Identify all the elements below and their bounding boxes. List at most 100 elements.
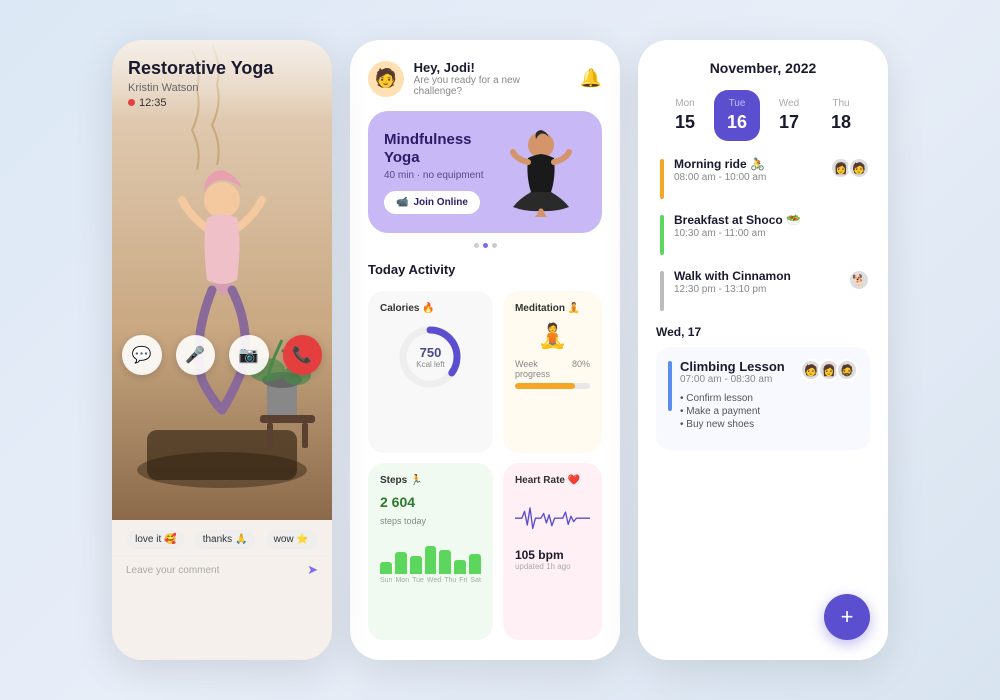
event-title-breakfast: Breakfast at Shoco 🥗 [674,213,870,227]
week-progress-label: Week progress [515,359,572,379]
chat-button[interactable]: 💬 [122,335,162,375]
steps-sub: steps today [380,516,481,526]
event-bar-gray [660,271,664,311]
event-morning-ride: Morning ride 🚴 08:00 am - 10:00 am 👩 🧑 [656,157,870,199]
yoga-image: Restorative Yoga Kristin Watson 12:35 💬 … [112,40,332,520]
carousel-dots [368,243,602,248]
add-event-button[interactable]: + [824,594,870,640]
cal-day-tue[interactable]: Tue 16 [714,90,760,141]
bar-sat [469,554,481,574]
reaction-love[interactable]: love it 🥰 [127,530,184,549]
event-avatars-walk: 🐕 [848,269,870,291]
event-content-breakfast: Breakfast at Shoco 🥗 10:30 am - 11:00 am [674,213,870,239]
event-title-walk: Walk with Cinnamon [674,269,838,283]
featured-sub: 40 min · no equipment [384,170,496,181]
event-bar-blue [668,361,672,411]
featured-image [496,127,586,217]
meditation-progress-fill [515,383,575,389]
event-climbing: Climbing Lesson 07:00 am - 08:30 am Conf… [656,347,870,450]
event-time-breakfast: 10:30 am - 11:00 am [674,228,870,239]
bar-tue [410,556,422,574]
bar-fri [454,560,466,574]
activity-grid: Calories 🔥 750 Kcal left Meditation 🧘 🧘 … [368,291,602,640]
reaction-thanks[interactable]: thanks 🙏 [195,530,256,549]
bar-label-mon: Mon [395,577,409,584]
heart-rate-label: Heart Rate ❤️ [515,475,590,486]
dot-1[interactable] [474,243,479,248]
climbing-avatar-3: 🧔 [836,359,858,381]
climbing-info: Climbing Lesson 07:00 am - 08:30 am Conf… [680,359,792,432]
bar-label-tue: Tue [412,577,424,584]
dot-2[interactable] [483,243,488,248]
event-avatars-ride: 👩 🧑 [830,157,870,179]
bar-thu [439,550,451,574]
yoga-info: Restorative Yoga Kristin Watson 12:35 [112,40,332,119]
calories-unit: Kcal left [416,360,444,369]
live-indicator [128,99,135,106]
greeting-name: Hey, Jodi! [414,60,570,75]
todo-3: Buy new shoes [680,419,792,430]
calories-label: Calories 🔥 [380,303,481,314]
event-time-ride: 08:00 am - 10:00 am [674,172,820,183]
event-content-walk: Walk with Cinnamon 12:30 pm - 13:10 pm [674,269,838,295]
avatar-2: 🧑 [848,157,870,179]
meditation-progress-bar [515,383,590,389]
steps-value: 2 604 [380,494,481,510]
event-bar-orange [660,159,664,199]
comment-input[interactable]: Leave your comment [126,565,307,576]
bar-wed [425,546,437,574]
today-activity-label: Today Activity [368,262,602,277]
meditation-label: Meditation 🧘 [515,303,590,314]
calendar-card: November, 2022 Mon 15 Tue 16 Wed 17 Thu … [638,40,888,660]
calories-value: 750 [416,345,444,360]
user-avatar: 🧑 [368,61,404,97]
yoga-card: Restorative Yoga Kristin Watson 12:35 💬 … [112,40,332,660]
event-time-walk: 12:30 pm - 13:10 pm [674,284,838,295]
bar-day-labels: Sun Mon Tue Wed Thu Fri Sat [380,577,481,584]
greeting-sub: Are you ready for a new challenge? [414,75,570,97]
event-bar-green [660,215,664,255]
featured-class: Mindfulness Yoga 40 min · no equipment 📹… [368,111,602,233]
meditation-progress-row: Week progress 80% [515,359,590,379]
climbing-time: 07:00 am - 08:30 am [680,374,792,385]
camera-button[interactable]: 📷 [229,335,269,375]
cal-day-mon[interactable]: Mon 15 [662,90,708,141]
cal-day-wed[interactable]: Wed 17 [766,90,812,141]
steps-label: Steps 🏃 [380,475,481,486]
week-progress-percent: 80% [572,359,590,379]
heart-bpm: 105 bpm [515,548,590,562]
activity-card: 🧑 Hey, Jodi! Are you ready for a new cha… [350,40,620,660]
dot-3[interactable] [492,243,497,248]
meditation-emoji: 🧘 [515,322,590,351]
reaction-wow[interactable]: wow ⭐ [266,530,317,549]
mic-button[interactable]: 🎤 [176,335,216,375]
todo-1: Confirm lesson [680,393,792,404]
calendar-days: Mon 15 Tue 16 Wed 17 Thu 18 [656,90,870,141]
comment-row: Leave your comment ➤ [112,555,332,590]
event-content-ride: Morning ride 🚴 08:00 am - 10:00 am [674,157,820,183]
featured-title: Mindfulness Yoga [384,131,496,167]
steps-card: Steps 🏃 2 604 steps today Sun Mon Tue We… [368,463,493,641]
bar-mon [395,552,407,574]
cal-day-thu[interactable]: Thu 18 [818,90,864,141]
events-section: Morning ride 🚴 08:00 am - 10:00 am 👩 🧑 B… [656,157,870,584]
bar-label-sat: Sat [470,577,481,584]
call-controls: 💬 🎤 📷 📞 [112,325,332,385]
calories-card: Calories 🔥 750 Kcal left [368,291,493,453]
bar-label-sun: Sun [380,577,392,584]
bar-label-wed: Wed [427,577,441,584]
wed-date-label: Wed, 17 [656,325,870,339]
yoga-author: Kristin Watson [128,82,316,94]
meditation-card: Meditation 🧘 🧘 Week progress 80% [503,291,602,453]
event-walk: Walk with Cinnamon 12:30 pm - 13:10 pm 🐕 [656,269,870,311]
notification-bell[interactable]: 🔔 [580,68,602,89]
join-button[interactable]: 📹 Join Online [384,191,480,214]
heart-rate-card: Heart Rate ❤️ 105 bpm updated 1h ago [503,463,602,641]
call-end-button[interactable]: 📞 [283,335,323,375]
bar-sun [380,562,392,574]
todo-2: Make a payment [680,406,792,417]
calories-donut: 750 Kcal left [380,322,481,392]
featured-info: Mindfulness Yoga 40 min · no equipment 📹… [384,131,496,214]
send-button[interactable]: ➤ [307,562,318,578]
steps-bars [380,534,481,574]
